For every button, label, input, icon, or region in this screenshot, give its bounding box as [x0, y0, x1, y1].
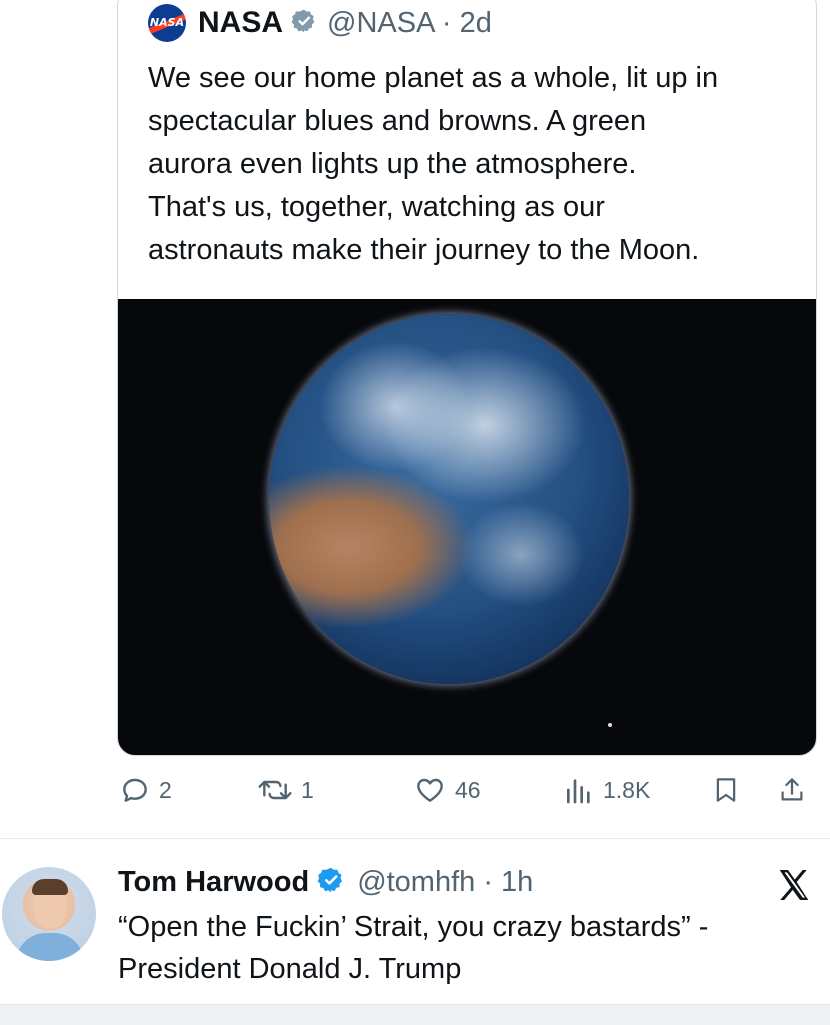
verified-badge-icon — [317, 866, 345, 899]
bookmark-icon — [716, 778, 736, 802]
like-count: 46 — [455, 776, 481, 803]
view-count: 1.8K — [603, 776, 651, 803]
reply-icon — [123, 778, 147, 802]
bookmark-button[interactable] — [711, 774, 741, 806]
next-item-edge — [0, 1004, 830, 1025]
quoted-tweet-card[interactable]: NASA NASA @NASA · 2d We see our home pla… — [117, 0, 817, 756]
author-name[interactable]: Tom Harwood — [118, 866, 309, 899]
heart-icon — [417, 778, 443, 802]
tweet-header: Tom Harwood @tomhfh · 1h — [118, 862, 533, 902]
gray-verified-badge-icon — [291, 8, 317, 39]
timeline-divider — [0, 838, 830, 839]
quoted-tweet-header: NASA NASA @NASA · 2d — [148, 3, 492, 43]
tweet[interactable]: Tom Harwood @tomhfh · 1h “Open the Fucki… — [0, 840, 830, 1024]
repost-button[interactable]: 1 — [257, 774, 314, 806]
avatar[interactable] — [2, 867, 96, 961]
earth-globe — [269, 314, 629, 684]
tweet-action-bar: 2 1 46 1.8K — [117, 766, 817, 816]
analytics-icon — [567, 779, 590, 804]
like-button[interactable]: 46 — [413, 774, 481, 806]
earth-photo[interactable] — [118, 299, 816, 755]
reply-button[interactable]: 2 — [119, 774, 172, 806]
share-icon — [781, 778, 803, 801]
views-button[interactable]: 1.8K — [563, 774, 650, 806]
nasa-avatar[interactable]: NASA — [148, 4, 186, 42]
quoted-tweet-text: We see our home planet as a whole, lit u… — [148, 62, 719, 266]
quoted-author-name[interactable]: NASA — [198, 6, 283, 40]
repost-icon — [258, 780, 292, 800]
reply-count: 2 — [159, 776, 172, 803]
author-handle-time[interactable]: @tomhfh · 1h — [357, 866, 533, 899]
moon-dot — [608, 723, 612, 727]
x-logo-icon — [779, 869, 809, 901]
nasa-logo-text: NASA — [149, 16, 185, 29]
repost-count: 1 — [301, 776, 314, 803]
share-button[interactable] — [777, 774, 807, 806]
quoted-author-handle-time[interactable]: @NASA · 2d — [327, 7, 492, 40]
tweet-text: “Open the Fuckin’ Strait, you crazy bast… — [118, 911, 709, 985]
